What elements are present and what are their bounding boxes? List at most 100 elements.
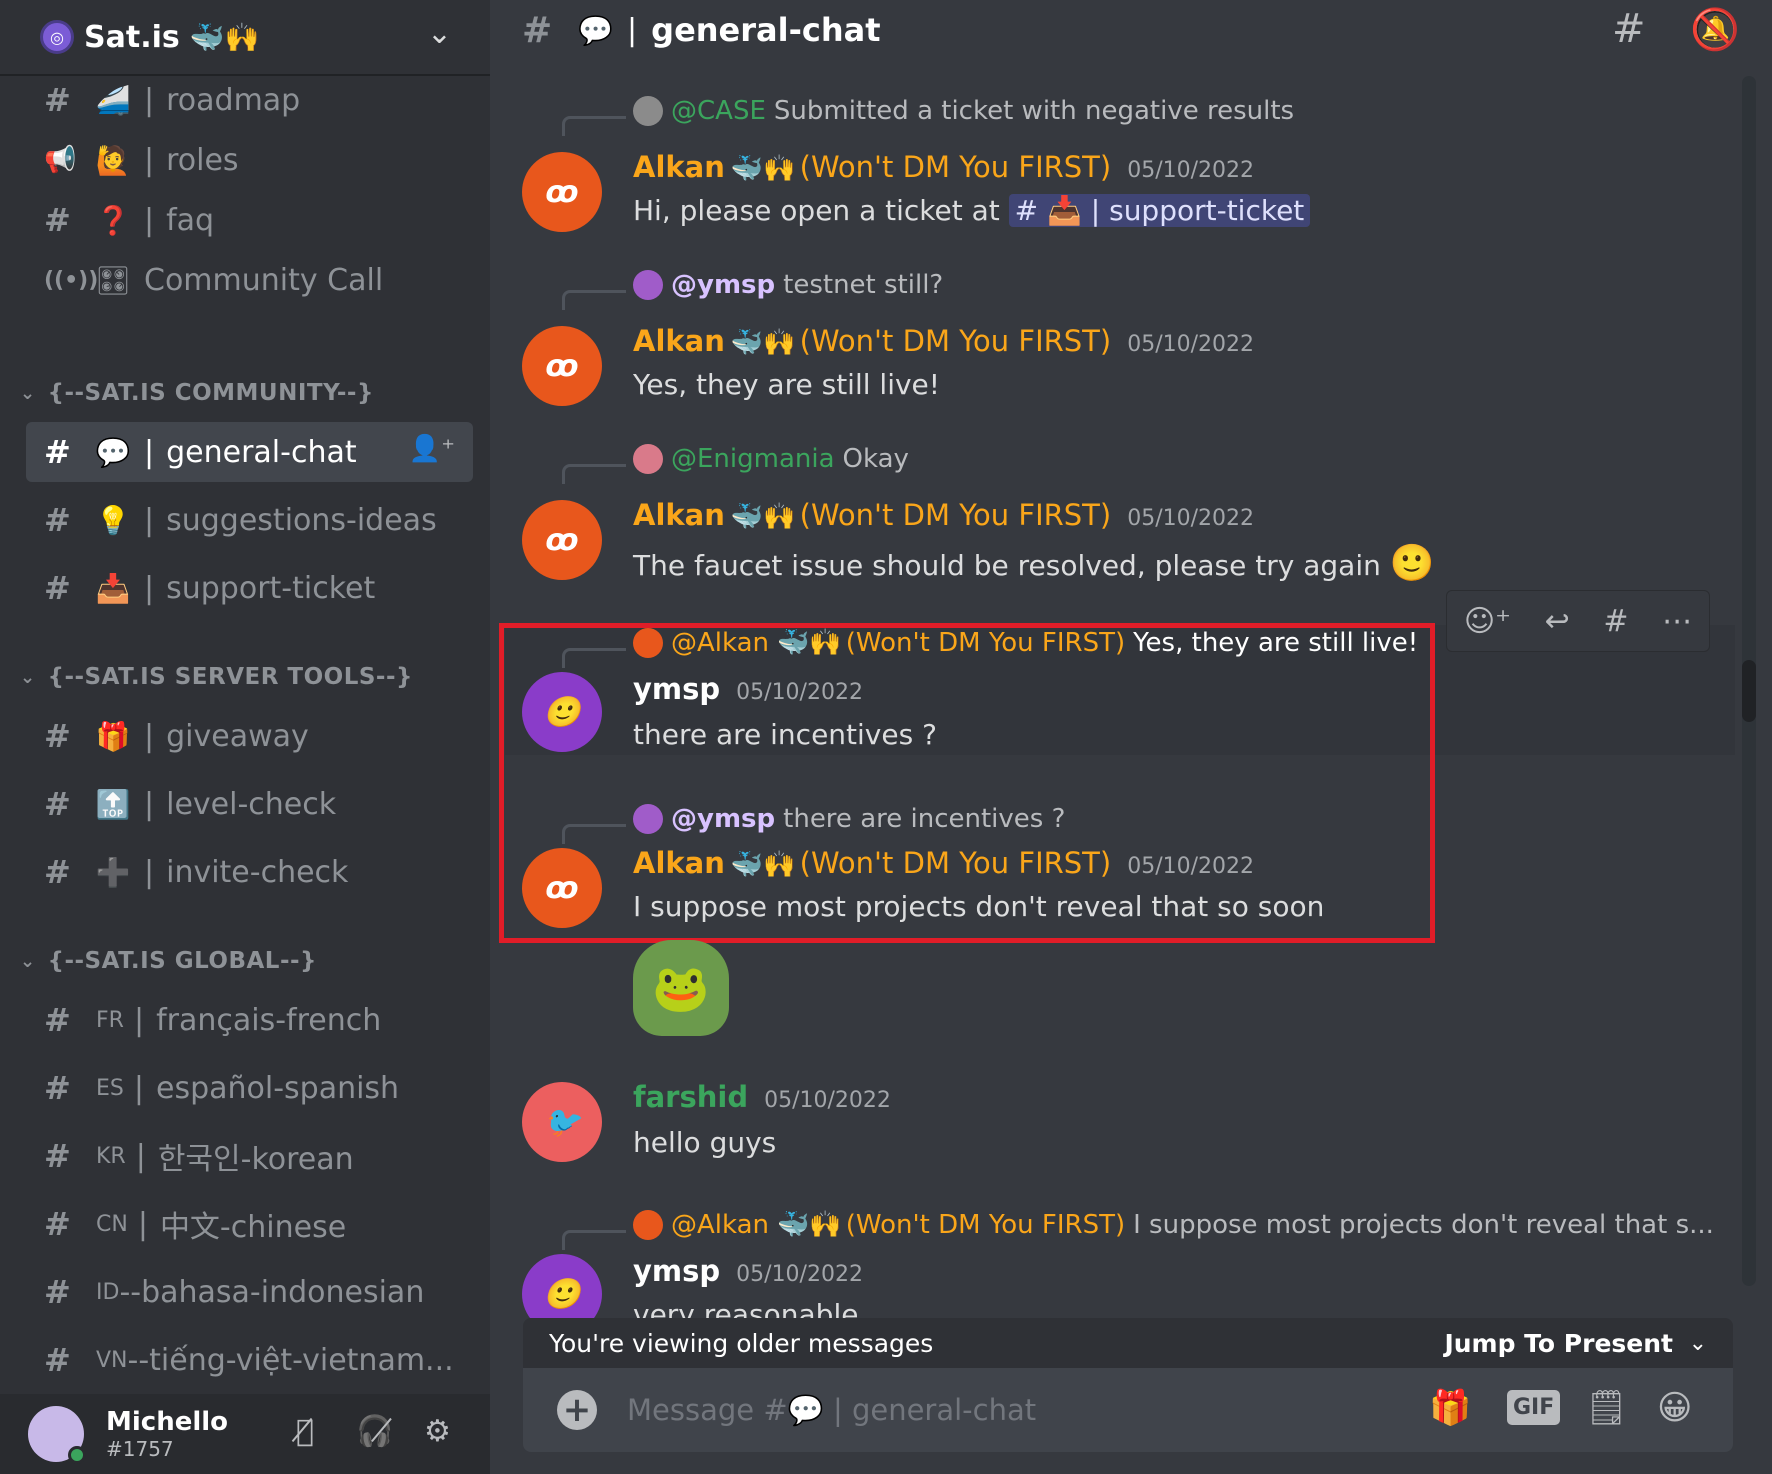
timestamp: 05/10/2022 <box>736 1262 863 1287</box>
text-channel-icon: # <box>44 1341 71 1379</box>
channel-emoji: ➕ <box>95 855 131 889</box>
author-tag: (Won't DM You FIRST) <box>799 324 1112 358</box>
reply-author: @Enigmania <box>671 444 835 474</box>
user-info[interactable]: Michello #1757 <box>106 1407 228 1461</box>
category-community[interactable]: ⌄ {--SAT.IS COMMUNITY--} <box>20 380 374 406</box>
channel-giveaway[interactable]: # 🎁 | giveaway <box>26 706 473 766</box>
channel-name: 한국인-korean <box>157 1142 354 1177</box>
add-member-icon[interactable]: 👤⁺ <box>409 434 455 464</box>
language-code: VN <box>96 1347 128 1373</box>
user-discriminator: #1757 <box>106 1437 174 1461</box>
threads-icon[interactable]: # <box>1612 6 1646 52</box>
channel-name: español-spanish <box>155 1070 400 1106</box>
chevron-down-icon: ⌄ <box>20 382 36 404</box>
chat-header: # 💬 | general-chat # 🔕 <box>490 0 1772 60</box>
message-composer[interactable]: + Message #💬 | general-chat 🎁 GIF 🗒 😀 <box>523 1368 1733 1452</box>
channel-roadmap[interactable]: # 🚄 | roadmap <box>26 70 473 130</box>
channel-name: Community Call <box>144 262 384 298</box>
channel-separator: | <box>144 718 155 754</box>
scrollbar-thumb[interactable] <box>1742 660 1756 722</box>
author-name[interactable]: farshid <box>633 1080 748 1114</box>
author-name[interactable]: ymsp <box>633 1254 720 1288</box>
message-input[interactable]: Message #💬 | general-chat <box>627 1393 1036 1428</box>
channel-separator: | <box>144 502 155 538</box>
avatar[interactable]: 🙂 <box>522 1254 602 1318</box>
channel-separator: | <box>137 1206 148 1242</box>
message-header: Alkan 🐳🙌 (Won't DM You FIRST) 05/10/2022 <box>633 498 1254 532</box>
sticker-icon[interactable]: 🗒 <box>1585 1388 1628 1428</box>
author-badges: 🐳🙌 <box>730 328 796 358</box>
channel-name: --bahasa-indonesian <box>119 1274 425 1310</box>
user-avatar[interactable] <box>28 1406 86 1464</box>
channel-vietnamese[interactable]: # VN --tiếng-việt-vietnam... <box>26 1330 473 1390</box>
server-header[interactable]: ◎ Sat.is 🐳🙌 ⌄ <box>0 0 490 76</box>
channel-support-ticket[interactable]: # 📥 | support-ticket <box>26 558 473 618</box>
channel-suggestions-ideas[interactable]: # 💡 | suggestions-ideas <box>26 490 473 550</box>
reply-author: @Alkan <box>671 1210 770 1240</box>
reply-reference[interactable]: @CASE Submitted a ticket with negative r… <box>633 96 1294 126</box>
channel-chinese[interactable]: # CN | 中文-chinese <box>26 1194 473 1254</box>
pepe-sticker[interactable]: 🐸 <box>633 940 729 1036</box>
jump-to-present-button[interactable]: Jump To Present <box>1444 1329 1673 1358</box>
channel-separator: | <box>144 786 155 822</box>
channel-name: giveaway <box>166 718 309 754</box>
channel-name: support-ticket <box>166 570 376 606</box>
avatar[interactable]: ꝏ <box>522 326 602 406</box>
timestamp: 05/10/2022 <box>1127 332 1255 357</box>
avatar[interactable]: 🐦 <box>522 1082 602 1162</box>
message-text: hello guys <box>633 1126 777 1159</box>
chevron-down-icon[interactable]: ⌄ <box>1689 1331 1707 1356</box>
gift-icon[interactable]: 🎁 <box>1429 1388 1471 1428</box>
reply-text: Submitted a ticket with negative results <box>773 96 1295 126</box>
channel-name: --tiếng-việt-vietnam... <box>127 1342 454 1378</box>
channel-emoji: ❓ <box>95 203 131 237</box>
channel-community-call[interactable]: ((•)) 🎛 Community Call <box>26 250 473 310</box>
reply-arrow-icon[interactable]: ↩ <box>1545 604 1570 639</box>
channel-name: roadmap <box>166 82 301 118</box>
category-server-tools[interactable]: ⌄ {--SAT.IS SERVER TOOLS--} <box>20 664 413 690</box>
channel-invite-check[interactable]: # ➕ | invite-check <box>26 842 473 902</box>
author-name[interactable]: Alkan <box>633 150 725 184</box>
create-thread-icon[interactable]: # <box>1603 604 1628 639</box>
server-icon: ◎ <box>40 20 74 54</box>
channel-indonesian[interactable]: # ID --bahasa-indonesian <box>26 1262 473 1322</box>
mute-bell-icon[interactable]: 🔕 <box>1690 6 1740 53</box>
language-code: ES <box>96 1075 124 1101</box>
more-options-icon[interactable]: ⋯ <box>1662 604 1692 639</box>
emoji-picker-icon[interactable]: 😀 <box>1657 1388 1692 1428</box>
channel-mention[interactable]: # 📥 | support-ticket <box>1008 194 1311 227</box>
add-reaction-icon[interactable]: ☺⁺ <box>1464 604 1511 639</box>
author-name[interactable]: Alkan <box>633 324 725 358</box>
channel-roles[interactable]: 📢 🙋 | roles <box>26 130 473 190</box>
message-content: Hi, please open a ticket at # 📥 | suppor… <box>633 194 1311 227</box>
channel-separator: | <box>627 12 638 48</box>
reply-reference[interactable]: @Alkan 🐳🙌 (Won't DM You FIRST) I suppose… <box>633 1210 1714 1240</box>
channel-level-check[interactable]: # 🔝 | level-check <box>26 774 473 834</box>
message-item[interactable]: @Alkan 🐳🙌 (Won't DM You FIRST) I suppose… <box>490 1210 1740 1318</box>
reply-reference[interactable]: @ymsp testnet still? <box>633 270 943 300</box>
message-header: Alkan 🐳🙌 (Won't DM You FIRST) 05/10/2022 <box>633 324 1254 358</box>
channel-general-chat[interactable]: # 💬 | general-chat 👤⁺ <box>26 422 473 482</box>
author-name[interactable]: Alkan <box>633 498 725 532</box>
gear-icon[interactable]: ⚙ <box>424 1414 451 1449</box>
category-name: {--SAT.IS COMMUNITY--} <box>47 380 374 406</box>
language-code: FR <box>96 1007 124 1033</box>
upload-plus-button[interactable]: + <box>557 1390 597 1430</box>
gif-button[interactable]: GIF <box>1507 1390 1561 1425</box>
reply-reference[interactable]: @Enigmania Okay <box>633 444 909 474</box>
smile-emoji: 🙂 <box>1389 543 1435 584</box>
channel-faq[interactable]: # ❓ | faq <box>26 190 473 250</box>
message-text: The faucet issue should be resolved, ple… <box>633 549 1381 582</box>
avatar[interactable]: ꝏ <box>522 152 602 232</box>
channel-korean[interactable]: # KR | 한국인-korean <box>26 1126 473 1186</box>
deafen-headphones-icon[interactable]: 🎧̸ <box>356 1414 393 1449</box>
avatar[interactable]: ꝏ <box>522 500 602 580</box>
channel-name: faq <box>166 202 215 238</box>
chevron-down-icon[interactable]: ⌄ <box>427 16 452 51</box>
text-channel-icon: # <box>44 501 71 539</box>
reply-avatar <box>633 270 663 300</box>
category-global[interactable]: ⌄ {--SAT.IS GLOBAL--} <box>20 948 317 974</box>
channel-french[interactable]: # FR | français-french <box>26 990 473 1050</box>
mute-microphone-icon[interactable]: 🎙̸ <box>296 1414 314 1449</box>
channel-spanish[interactable]: # ES | español-spanish <box>26 1058 473 1118</box>
